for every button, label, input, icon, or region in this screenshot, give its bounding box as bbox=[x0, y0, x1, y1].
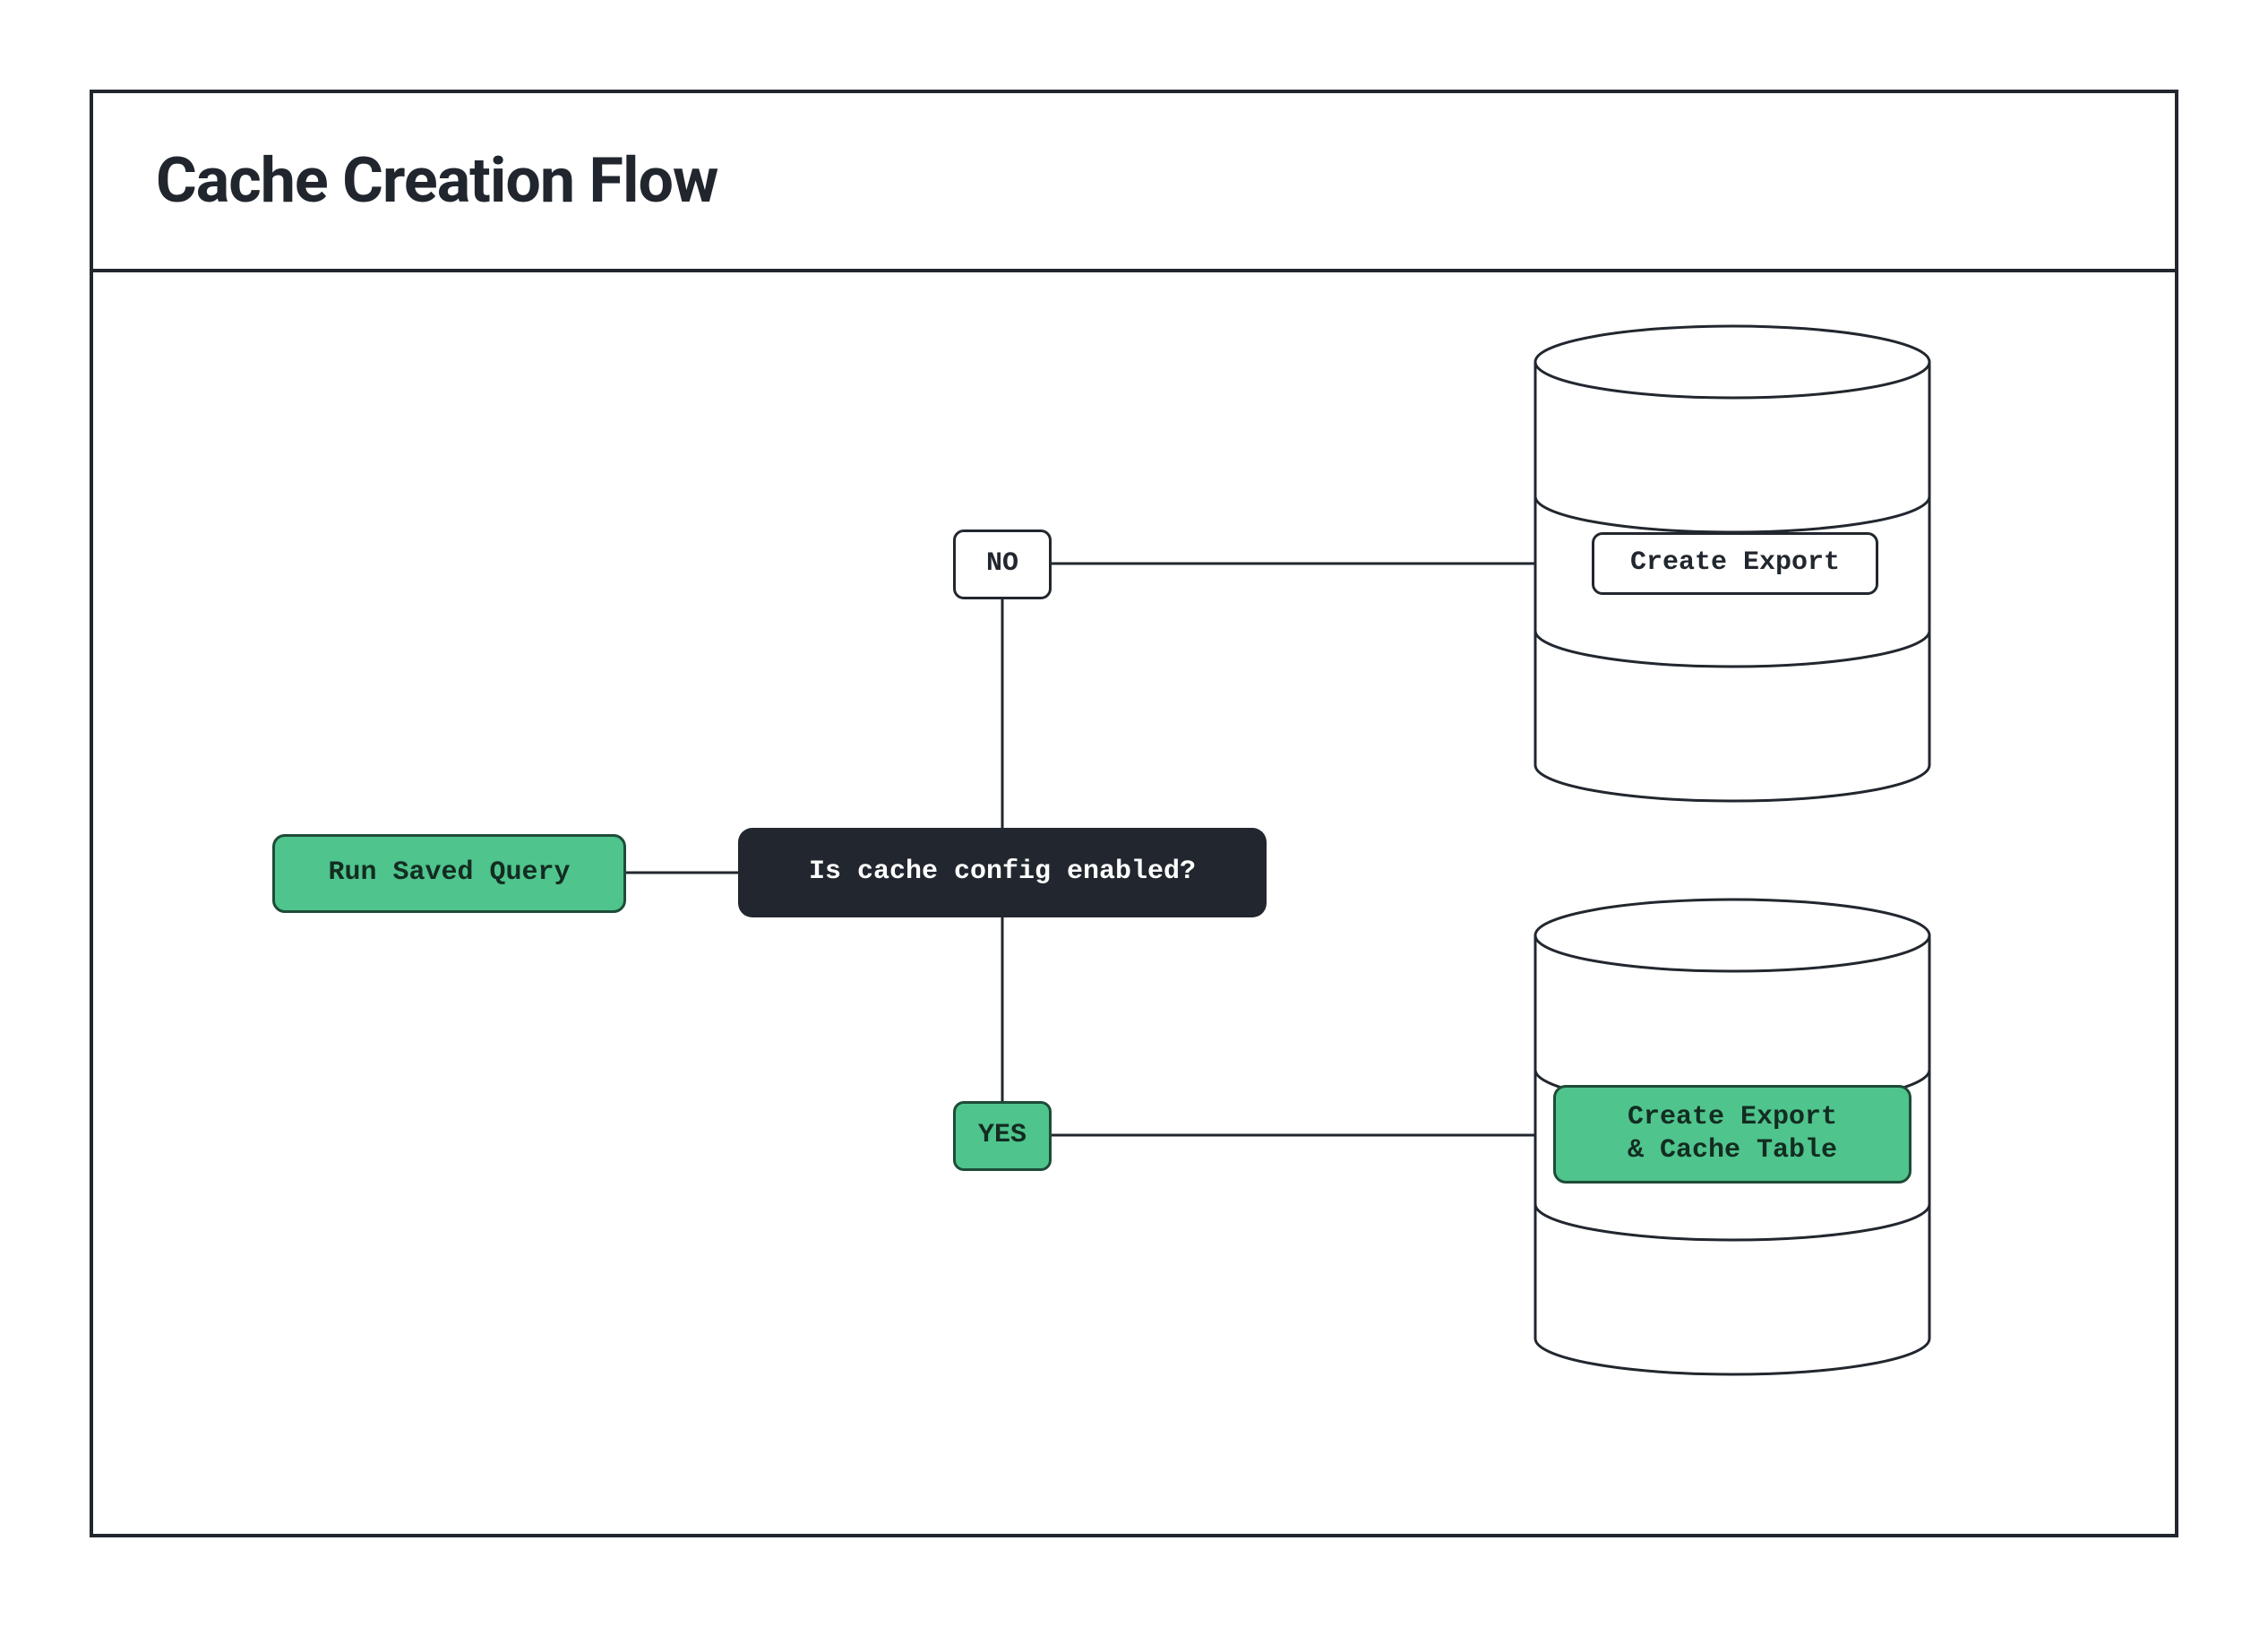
node-create-export: Create Export bbox=[1592, 532, 1878, 595]
title-bar: Cache Creation Flow bbox=[93, 93, 2175, 272]
node-branch-yes: YES bbox=[953, 1101, 1052, 1171]
node-run-saved-query: Run Saved Query bbox=[272, 834, 626, 913]
node-decision-cache-config: Is cache config enabled? bbox=[738, 828, 1267, 917]
node-branch-no: NO bbox=[953, 529, 1052, 599]
node-create-export-and-cache: Create Export& Cache Table bbox=[1553, 1085, 1911, 1184]
diagram-title: Cache Creation Flow bbox=[156, 144, 717, 218]
diagram-frame: Cache Creation Flow bbox=[90, 90, 2178, 1537]
canvas: Run Saved Query Is cache config enabled?… bbox=[93, 272, 2175, 1534]
